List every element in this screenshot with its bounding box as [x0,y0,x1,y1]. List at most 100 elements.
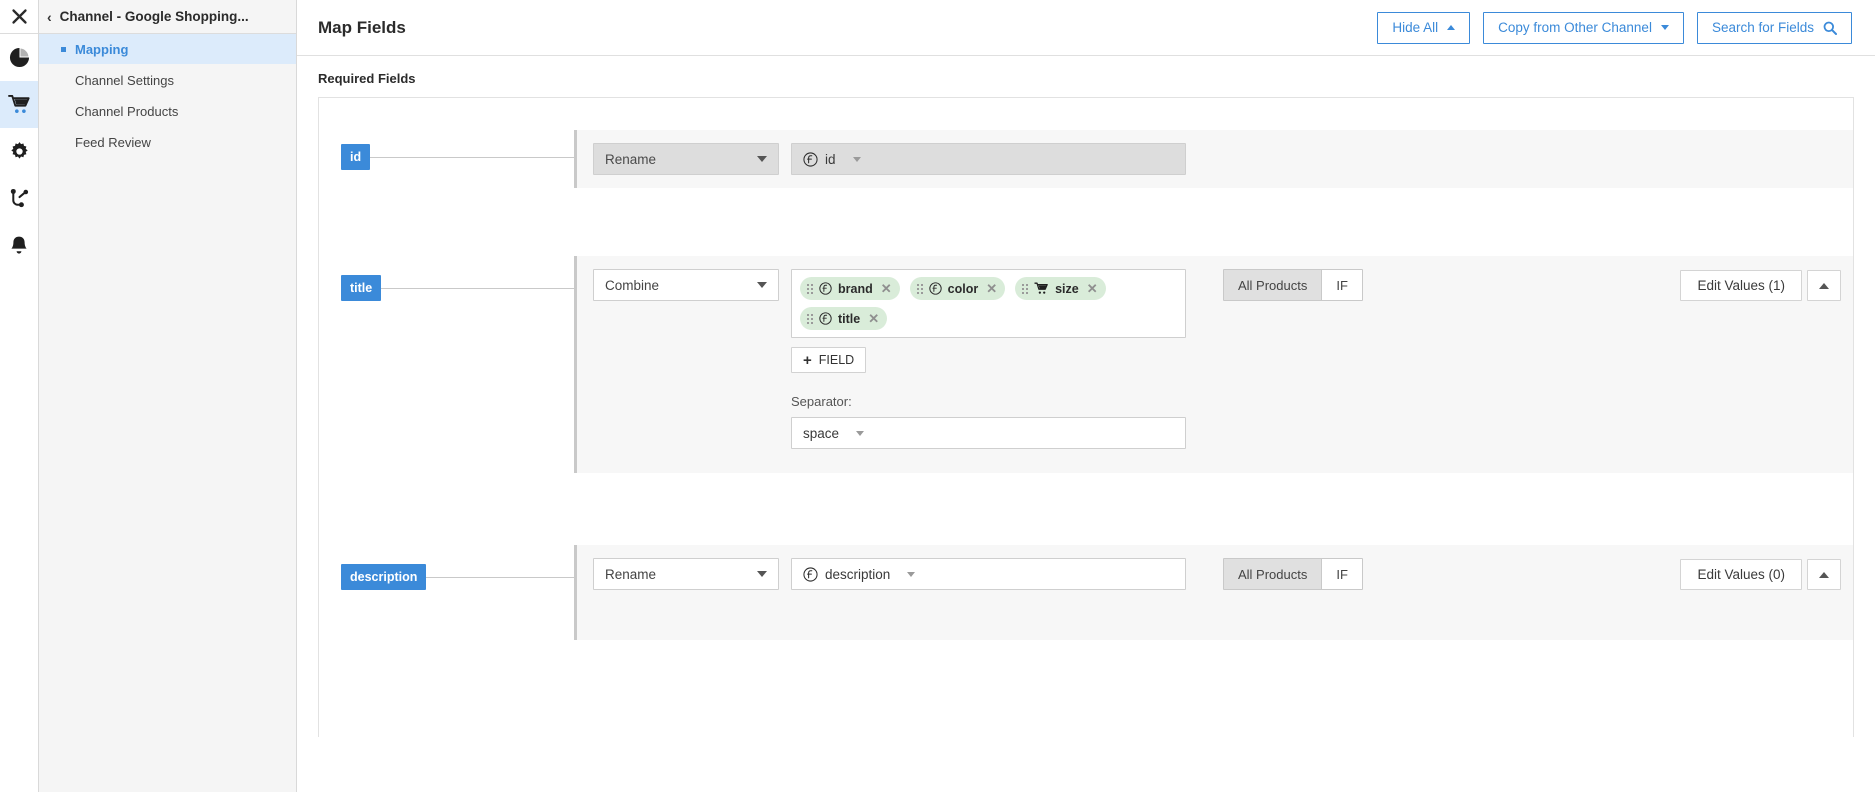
control-line: Rename id [593,143,1186,175]
edit-values-button[interactable]: Edit Values (0) [1680,559,1802,590]
share-nodes-icon[interactable] [0,175,38,222]
remove-chip-icon[interactable]: ✕ [868,312,879,325]
collapse-row-button[interactable] [1807,270,1841,301]
condition-toggle-description: All Products IF [1223,558,1363,590]
copy-from-other-channel-label: Copy from Other Channel [1498,20,1652,35]
chip-label: title [838,312,860,326]
row-spacer [319,188,1853,256]
icon-rail [0,0,39,792]
condition-if-button[interactable]: IF [1321,559,1362,589]
required-fields-panel: id Rename [318,97,1854,737]
sidebar-item-channel-products[interactable]: Channel Products [39,96,296,126]
sidebar-title: Channel - Google Shopping... [60,9,249,24]
chevron-up-icon [1819,572,1829,578]
operation-select-description[interactable]: Rename [593,558,779,590]
copy-from-other-channel-button[interactable]: Copy from Other Channel [1483,12,1684,44]
chevron-down-icon [907,572,915,577]
hide-all-button[interactable]: Hide All [1377,12,1470,44]
sidebar-item-feed-review[interactable]: Feed Review [39,127,296,157]
hide-all-label: Hide All [1392,20,1438,35]
operation-value: Combine [605,278,747,293]
mapping-row-title: title Combine [319,256,1853,473]
sidebar-header[interactable]: ‹ Channel - Google Shopping... [39,0,296,34]
row-body-id: Rename id [574,130,1853,188]
row-left-description: description [319,545,574,590]
chevron-up-icon [1819,283,1829,289]
source-field-select-id[interactable]: id [791,143,1186,175]
bell-icon[interactable] [0,222,38,269]
bullet-icon [61,78,66,83]
controls-title: Combine [593,269,1363,449]
remove-chip-icon[interactable]: ✕ [881,282,892,295]
condition-all-products-button[interactable]: All Products [1224,559,1321,589]
field-chip-brand[interactable]: brand ✕ [800,277,900,300]
operation-select-id[interactable]: Rename [593,143,779,175]
sidebar-item-label: Feed Review [75,136,151,149]
source-field-select-description[interactable]: description [791,558,1186,590]
chevron-down-icon [757,282,767,288]
operation-value: Rename [605,567,747,582]
chevron-down-icon [757,156,767,162]
condition-all-products-button[interactable]: All Products [1224,270,1321,300]
bullet-icon [61,109,66,114]
connector-line [381,288,574,289]
combine-fields-chipbox[interactable]: brand ✕ [791,269,1186,338]
add-field-button[interactable]: + FIELD [791,347,866,373]
search-for-fields-button[interactable]: Search for Fields [1697,12,1852,44]
field-chip-color[interactable]: color ✕ [910,277,1005,300]
sidebar-item-mapping[interactable]: Mapping [39,34,296,64]
connector-line [426,577,574,578]
chevron-down-icon [853,157,861,162]
collapse-row-button[interactable] [1807,559,1841,590]
condition-if-button[interactable]: IF [1321,270,1362,300]
active-bullet-icon [61,47,66,52]
target-field-chip: description [341,564,426,590]
chip-label: size [1055,282,1079,296]
remove-chip-icon[interactable]: ✕ [1087,282,1098,295]
main-header: Map Fields Hide All Copy from Other Chan… [297,0,1875,56]
plus-icon: + [803,353,812,368]
field-chip-title[interactable]: title ✕ [800,307,887,330]
pie-chart-icon[interactable] [0,34,38,81]
sidebar: ‹ Channel - Google Shopping... Mapping C… [39,0,297,792]
drag-handle-icon[interactable] [807,314,813,324]
operation-select-title[interactable]: Combine [593,269,779,301]
function-icon [819,312,832,325]
chips-column: brand ✕ [791,269,1186,449]
function-icon [929,282,942,295]
row-body-description: Rename description [574,545,1853,640]
target-field-chip: title [341,275,381,301]
gear-icon[interactable] [0,128,38,175]
controls-description: Rename description [593,558,1363,590]
row-left-id: id [319,130,574,170]
back-chevron-icon[interactable]: ‹ [47,10,52,24]
operation-value: Rename [605,152,747,167]
drag-handle-icon[interactable] [917,284,923,294]
control-line: Combine [593,269,1363,449]
shopping-cart-icon [1034,282,1049,295]
row-right-title: Edit Values (1) [1680,270,1853,301]
source-field-value: id [825,152,836,167]
chevron-down-icon [1661,25,1669,30]
drag-handle-icon[interactable] [807,284,813,294]
row-spacer [319,473,1853,545]
section-label-required-fields: Required Fields [297,56,1875,97]
controls-id: Rename id [593,143,1186,175]
row-left-title: title [319,256,574,301]
field-chip-size[interactable]: size ✕ [1015,277,1106,300]
header-actions: Hide All Copy from Other Channel Search … [1377,12,1852,44]
separator-select[interactable]: space [791,417,1186,449]
edit-values-button[interactable]: Edit Values (1) [1680,270,1802,301]
shopping-cart-icon[interactable] [0,81,38,128]
separator-value: space [803,426,839,441]
drag-handle-icon[interactable] [1022,284,1028,294]
row-body-title: Combine [574,256,1853,473]
sidebar-item-channel-settings[interactable]: Channel Settings [39,65,296,95]
mapping-row-id: id Rename [319,98,1853,188]
mapping-row-description: description Rename [319,545,1853,640]
remove-chip-icon[interactable]: ✕ [986,282,997,295]
close-icon[interactable] [0,0,38,34]
condition-toggle-title: All Products IF [1223,269,1363,301]
main-content: Map Fields Hide All Copy from Other Chan… [297,0,1875,792]
bullet-icon [61,140,66,145]
